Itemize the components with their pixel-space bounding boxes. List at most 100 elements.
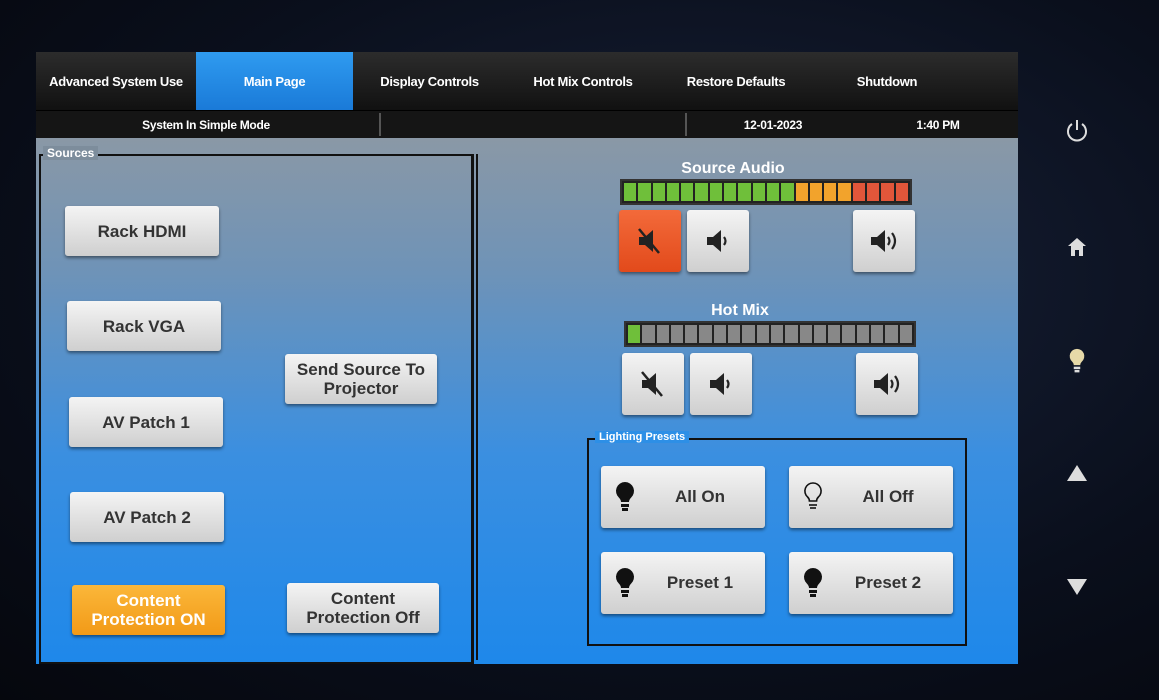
preset-1-button[interactable]: Preset 1 <box>601 552 765 614</box>
lightbulb-icon[interactable] <box>1060 344 1094 378</box>
lightbulb-filled-icon <box>789 567 837 599</box>
hot-mix-meter-segment <box>728 325 741 343</box>
sources-panel: Sources Rack HDMI Rack VGA AV Patch 1 AV… <box>39 146 474 664</box>
all-on-label: All On <box>674 487 726 506</box>
source-audio-meter-segment <box>666 183 680 201</box>
source-audio-meter-segment <box>724 183 737 201</box>
date-text: 12-01-2023 <box>743 117 803 132</box>
hot-mix-meter-segment <box>656 325 669 343</box>
hot-mix-title: Hot Mix <box>711 302 769 319</box>
home-icon[interactable] <box>1060 230 1094 264</box>
hot-mix-meter-segment <box>856 325 870 343</box>
hot-mix-mute-button[interactable] <box>622 353 684 415</box>
hot-mix-meter-segment <box>742 325 755 343</box>
tab-restore-defaults[interactable]: Restore Defaults <box>660 52 812 110</box>
rack-hdmi-button[interactable]: Rack HDMI <box>65 206 219 256</box>
volume-down-icon <box>710 373 730 395</box>
hot-mix-meter-segment <box>770 325 784 343</box>
speaker-mute-icon <box>641 371 663 397</box>
send-source-to-projector-button[interactable]: Send Source To Projector <box>285 354 437 404</box>
source-audio-mute-button[interactable] <box>619 210 681 272</box>
hot-mix-meter-segment <box>628 325 641 343</box>
volume-up-icon <box>874 373 900 395</box>
source-audio-meter-segment <box>895 183 908 201</box>
sources-title: Sources <box>43 146 99 160</box>
source-audio-meter-segment <box>795 183 808 201</box>
content-protection-on-button[interactable]: Content Protection ON <box>72 585 225 635</box>
preset-2-label: Preset 2 <box>854 573 922 592</box>
all-off-label: All Off <box>862 487 914 506</box>
speaker-mute-icon <box>638 228 660 254</box>
lighting-presets-title: Lighting Presets <box>595 431 690 443</box>
hot-mix-meter-segment <box>685 325 698 343</box>
source-audio-volume-down-button[interactable] <box>687 210 749 272</box>
source-audio-meter-segment <box>638 183 651 201</box>
arrow-down-icon[interactable] <box>1060 570 1094 604</box>
arrow-up-icon[interactable] <box>1060 456 1094 490</box>
hot-mix-meter-segment <box>885 325 898 343</box>
source-audio-title: Source Audio <box>681 160 785 177</box>
source-audio-meter-segment <box>624 183 637 201</box>
source-audio-meter-segment <box>738 183 751 201</box>
source-audio-meter-segment <box>766 183 780 201</box>
tab-advanced-system-use[interactable]: Advanced System Use <box>36 52 196 110</box>
rack-vga-button[interactable]: Rack VGA <box>67 301 221 351</box>
hot-mix-meter-segment <box>842 325 855 343</box>
lightbulb-outline-icon <box>789 481 837 513</box>
source-audio-meter-segment <box>824 183 837 201</box>
source-audio-meter-segment <box>709 183 723 201</box>
hot-mix-meter-segment <box>813 325 827 343</box>
hot-mix-meter-segment <box>785 325 798 343</box>
source-audio-meter-segment <box>867 183 880 201</box>
preset-2-button[interactable]: Preset 2 <box>789 552 953 614</box>
lightbulb-filled-icon <box>601 567 649 599</box>
source-audio-meter-segment <box>781 183 794 201</box>
tab-bar: Advanced System Use Main Page Display Co… <box>36 52 1018 111</box>
source-audio-meter-segment <box>695 183 708 201</box>
lightbulb-filled-icon <box>601 481 649 513</box>
hot-mix-volume-down-button[interactable] <box>690 353 752 415</box>
source-audio-meter-segment <box>852 183 866 201</box>
hot-mix-meter-segment <box>699 325 712 343</box>
tab-hot-mix-controls[interactable]: Hot Mix Controls <box>506 52 660 110</box>
source-audio-meter-segment <box>881 183 894 201</box>
hot-mix-meter-segment <box>828 325 841 343</box>
audio-lighting-panel: Source Audio Hot Mix Lighting Presets Al… <box>476 154 1018 660</box>
status-bar: System In Simple Mode 12-01-2023 1:40 PM <box>36 111 1018 138</box>
preset-1-label: Preset 1 <box>666 573 734 592</box>
tab-display-controls[interactable]: Display Controls <box>353 52 506 110</box>
system-mode-text: System In Simple Mode <box>142 117 270 132</box>
tab-shutdown[interactable]: Shutdown <box>812 52 962 110</box>
volume-down-icon <box>707 230 727 252</box>
status-divider <box>685 113 687 136</box>
hot-mix-meter <box>624 321 916 347</box>
main-content: Sources Rack HDMI Rack VGA AV Patch 1 AV… <box>36 138 1018 664</box>
source-audio-meter-segment <box>752 183 765 201</box>
time-text: 1:40 PM <box>916 117 960 132</box>
power-icon[interactable] <box>1060 114 1094 148</box>
source-audio-meter-segment <box>681 183 694 201</box>
hot-mix-meter-segment <box>871 325 884 343</box>
device-frame: Advanced System Use Main Page Display Co… <box>0 0 1159 700</box>
content-protection-off-button[interactable]: Content Protection Off <box>287 583 439 633</box>
hot-mix-meter-segment <box>756 325 769 343</box>
volume-up-icon <box>871 230 897 252</box>
source-audio-meter-segment <box>809 183 823 201</box>
source-audio-meter-segment <box>838 183 851 201</box>
all-on-button[interactable]: All On <box>601 466 765 528</box>
touch-screen: Advanced System Use Main Page Display Co… <box>36 52 1018 664</box>
all-off-button[interactable]: All Off <box>789 466 953 528</box>
source-audio-meter-segment <box>652 183 665 201</box>
source-audio-volume-up-button[interactable] <box>853 210 915 272</box>
av-patch-1-button[interactable]: AV Patch 1 <box>69 397 223 447</box>
hot-mix-meter-segment <box>799 325 812 343</box>
hot-mix-meter-segment <box>642 325 655 343</box>
source-audio-meter <box>620 179 912 205</box>
hot-mix-meter-segment <box>713 325 727 343</box>
status-divider <box>379 113 381 136</box>
tab-main-page[interactable]: Main Page <box>196 52 353 110</box>
av-patch-2-button[interactable]: AV Patch 2 <box>70 492 224 542</box>
hot-mix-meter-segment <box>670 325 684 343</box>
hot-mix-volume-up-button[interactable] <box>856 353 918 415</box>
lighting-presets-panel: Lighting Presets All On All Off Preset 1… <box>587 431 967 646</box>
